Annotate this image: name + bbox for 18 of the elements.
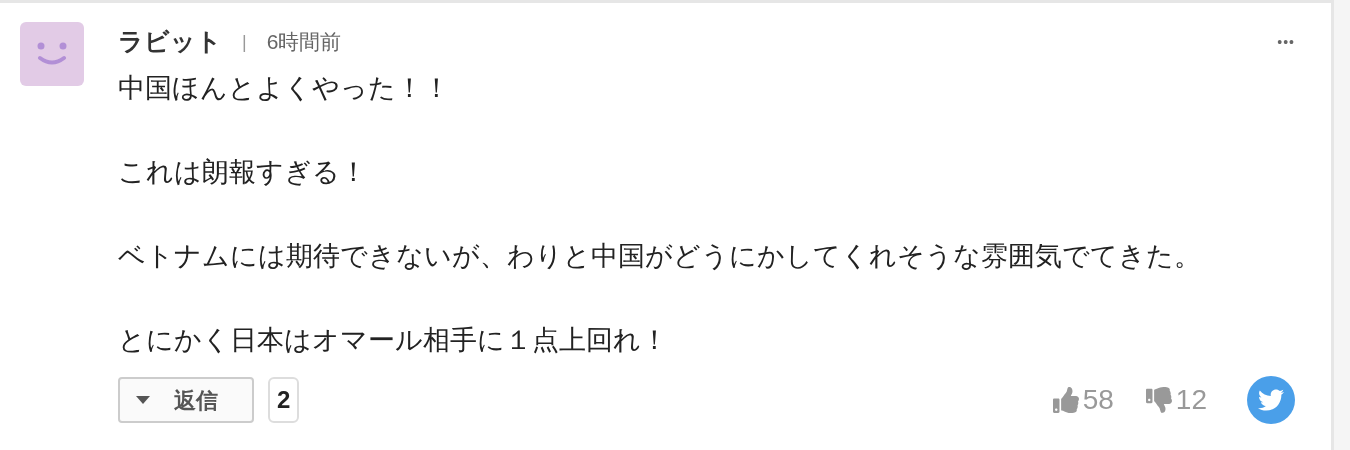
comment-text: とにかく日本はオマール相手に１点上回れ！ <box>118 324 669 357</box>
smiley-icon <box>35 41 69 67</box>
separator: | <box>242 30 247 54</box>
comment-text: これは朗報すぎる！ <box>118 156 368 189</box>
thumbs-up-icon[interactable] <box>1052 387 1079 413</box>
author-name[interactable]: ラビット <box>118 23 222 61</box>
twitter-share-button[interactable] <box>1247 376 1295 424</box>
caret-icon <box>136 396 150 404</box>
reply-button[interactable]: 返信 <box>118 377 254 423</box>
like-count: 58 <box>1082 383 1114 417</box>
dislike-count: 12 <box>1175 383 1207 417</box>
reply-count: 2 <box>268 377 300 423</box>
thumbs-down-icon[interactable] <box>1145 387 1172 413</box>
comment-text: ベトナムには期待できないが、わりと中国がどうにかしてくれそうな雰囲気でてきた。 <box>118 240 1202 273</box>
bird-icon <box>1258 387 1284 413</box>
comment-text: 中国ほんとよくやった！！ <box>118 72 451 105</box>
post-time: 6時間前 <box>266 29 342 56</box>
more-menu[interactable]: ••• <box>1277 31 1295 53</box>
